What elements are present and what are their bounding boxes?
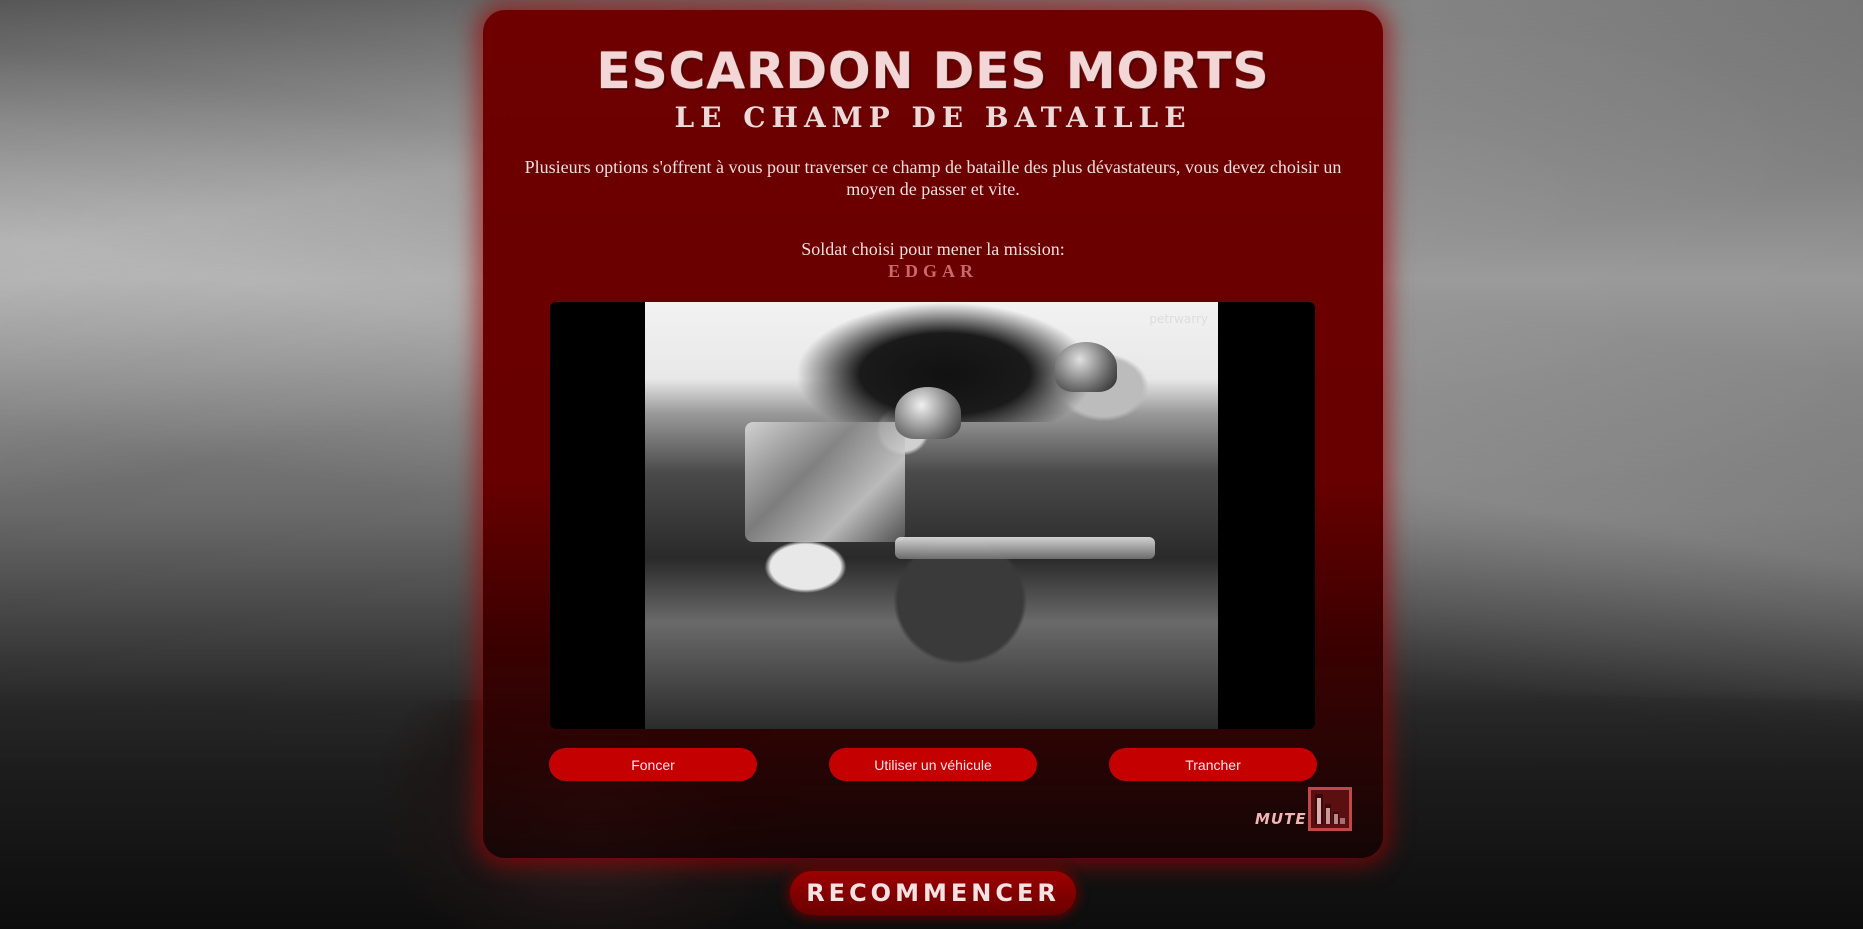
scene-subtitle: LE CHAMP DE BATAILLE — [674, 101, 1192, 134]
soldier-label: Soldat choisi pour mener la mission: — [801, 239, 1065, 259]
soldier-name: EDGAR — [887, 261, 978, 281]
mute-button[interactable] — [1308, 787, 1352, 831]
game-title: ESCARDON DES MORTS — [596, 42, 1270, 100]
volume-bars-icon — [1315, 794, 1345, 824]
choice-trancher-button[interactable]: Trancher — [1109, 748, 1317, 781]
video-frame: petrwarry — [645, 302, 1218, 729]
video-watermark: petrwarry — [1149, 312, 1208, 326]
video-barrel — [895, 537, 1155, 559]
video-artillery — [745, 422, 905, 542]
choice-vehicule-button[interactable]: Utiliser un véhicule — [829, 748, 1037, 781]
choice-foncer-button[interactable]: Foncer — [549, 748, 757, 781]
restart-button[interactable]: RECOMMENCER — [790, 871, 1076, 915]
video-soldier-helmet — [895, 387, 961, 439]
scene-video[interactable]: petrwarry — [550, 302, 1315, 729]
video-soldier-helmet — [1055, 342, 1117, 392]
mute-label: MUTE — [1255, 810, 1307, 828]
game-panel: ESCARDON DES MORTS LE CHAMP DE BATAILLE … — [483, 10, 1383, 858]
scene-description: Plusieurs options s'offrent à vous pour … — [524, 157, 1342, 199]
